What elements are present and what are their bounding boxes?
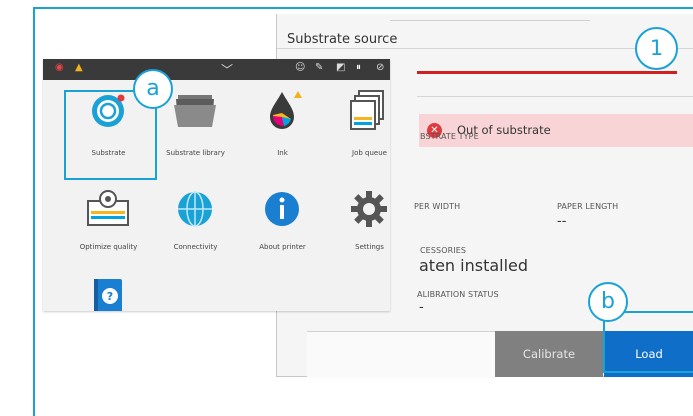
smiley-icon[interactable]: ☺ [295,62,305,73]
tile-connectivity[interactable]: Connectivity [152,181,239,261]
chevron-down-icon[interactable]: ﹀ [221,61,233,78]
tile-label-connectivity: Connectivity [173,243,218,251]
tile-about-printer[interactable]: About printer [239,181,326,261]
paper-width-label: PER WIDTH [414,202,461,211]
callout-a: a [133,69,173,109]
tile-label-about-printer: About printer [259,243,306,251]
tile-settings[interactable]: Settings [326,181,390,261]
tile-label-optimize-quality: Optimize quality [79,243,138,251]
help-book-icon: ? [94,279,122,311]
globe-icon [178,191,212,227]
status-bar: ◉ ▲ ﹀ ☺ ✎ ◩ ⏸ ⊘ [43,59,390,80]
accessories-value: aten installed [419,256,529,275]
gear-icon [351,191,387,227]
pen-icon[interactable]: ✎ [315,62,323,73]
pause-icon[interactable]: ⏸ [356,62,361,73]
tile-job-queue[interactable]: Job queue [326,83,390,163]
action-bar-spacer [307,331,495,378]
info-icon [265,192,299,226]
callout-1: 1 [635,27,678,70]
calibration-status-value: - [419,300,424,315]
tile-ink[interactable]: Ink [239,83,326,163]
paper-length-label: PAPER LENGTH [557,202,619,211]
status-progress-bar [417,71,677,74]
calibration-status-label: ALIBRATION STATUS [417,290,499,299]
tile-label-substrate-library: Substrate library [166,149,225,157]
alert-status-icon[interactable]: ◉ [55,62,64,73]
panel-divider [277,48,693,49]
panel-top-line [390,20,590,21]
out-of-substrate-alert: ✕ Out of substrate [419,114,693,147]
job-queue-icon [350,90,384,130]
panel-title: Substrate source [287,32,398,47]
tile-label-ink: Ink [277,149,288,157]
folder-icon [174,95,216,127]
printhead-status-icon[interactable]: ◩ [336,62,345,73]
warning-icon[interactable]: ▲ [75,62,83,73]
accessories-label: CESSORIES [420,246,467,255]
tile-label-job-queue: Job queue [352,149,387,157]
substrate-type-label: BSTRATE TYPE [420,132,479,141]
svg-text:?: ? [107,290,113,303]
tile-help[interactable]: ? [65,271,152,311]
callout-b: b [588,282,628,322]
no-print-icon[interactable]: ⊘ [376,62,384,73]
calibrate-button[interactable]: Calibrate [495,331,603,377]
load-highlight-box [603,311,693,373]
tile-optimize-quality[interactable]: Optimize quality [65,181,152,261]
paper-length-value: -- [557,214,567,229]
ink-drop-icon [270,91,302,129]
tile-label-settings: Settings [355,243,384,251]
printhead-icon [87,190,129,226]
header-divider [417,96,693,97]
